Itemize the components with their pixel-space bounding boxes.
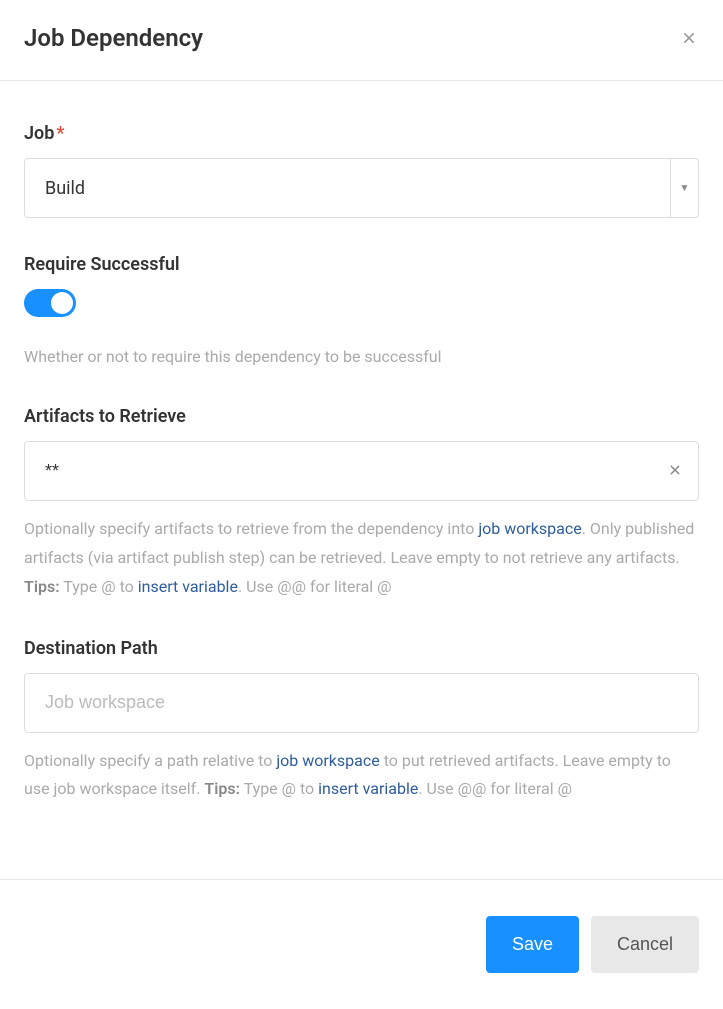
insert-variable-link[interactable]: insert variable — [318, 779, 418, 798]
toggle-knob — [51, 292, 73, 314]
save-button[interactable]: Save — [486, 916, 579, 973]
artifacts-input[interactable] — [25, 442, 652, 500]
close-button[interactable] — [679, 28, 699, 48]
destination-help: Optionally specify a path relative to jo… — [24, 747, 699, 805]
require-successful-label: Require Successful — [24, 254, 699, 275]
artifacts-label: Artifacts to Retrieve — [24, 406, 699, 427]
artifacts-help: Optionally specify artifacts to retrieve… — [24, 515, 699, 601]
dialog-title: Job Dependency — [24, 24, 203, 52]
cancel-button[interactable]: Cancel — [591, 916, 699, 973]
require-successful-toggle[interactable] — [24, 289, 76, 317]
destination-label: Destination Path — [24, 638, 699, 659]
job-workspace-link[interactable]: job workspace — [276, 751, 379, 770]
required-indicator: * — [56, 123, 64, 144]
clear-artifacts-button[interactable] — [652, 462, 698, 481]
job-select-value: Build — [25, 159, 670, 217]
close-icon — [681, 30, 697, 46]
job-workspace-link[interactable]: job workspace — [478, 519, 581, 538]
destination-input[interactable] — [25, 674, 698, 732]
job-label: Job* — [24, 123, 699, 144]
insert-variable-link[interactable]: insert variable — [138, 577, 238, 596]
require-successful-help: Whether or not to require this dependenc… — [24, 343, 699, 370]
chevron-down-icon: ▼ — [670, 159, 698, 217]
job-select[interactable]: Build ▼ — [24, 158, 699, 218]
close-icon — [668, 463, 682, 477]
